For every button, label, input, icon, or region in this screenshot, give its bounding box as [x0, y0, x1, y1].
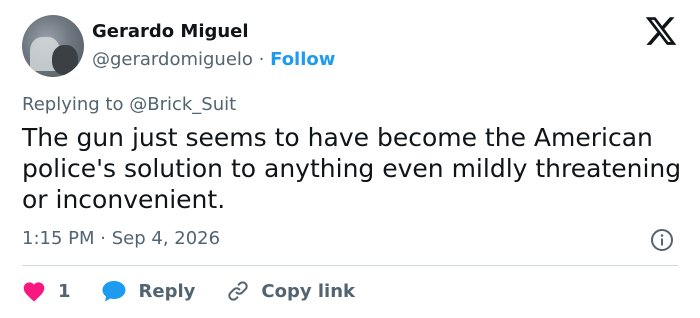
heart-icon [23, 282, 45, 302]
tweet-card: Gerardo Miguel @gerardomiguelo · Follow … [0, 0, 700, 318]
like-count: 1 [58, 280, 71, 302]
author-handle-row: @gerardomiguelo · Follow [92, 49, 335, 70]
author-name[interactable]: Gerardo Miguel [92, 21, 249, 42]
reply-button[interactable]: Reply [101, 279, 196, 303]
tweet-text: The gun just seems to have become the Am… [22, 123, 682, 214]
action-bar: 1 Reply Copy link [22, 278, 355, 304]
tweet-date: Sep 4, 2026 [111, 228, 221, 249]
copy-link-button[interactable]: Copy link [225, 279, 355, 303]
reply-label: Reply [138, 280, 196, 302]
info-icon[interactable] [650, 228, 674, 252]
tweet-time: 1:15 PM [22, 228, 95, 249]
handle-separator: · [258, 49, 265, 70]
follow-button[interactable]: Follow [270, 49, 335, 70]
tweet-timestamp[interactable]: 1:15 PM · Sep 4, 2026 [22, 228, 220, 249]
speech-bubble-icon [102, 281, 126, 302]
like-button[interactable]: 1 [22, 280, 71, 302]
copy-link-label: Copy link [261, 280, 355, 302]
replying-to-mention[interactable]: @Brick_Suit [129, 94, 236, 115]
x-logo-icon[interactable] [644, 14, 678, 48]
divider [22, 265, 678, 266]
timestamp-separator: · [100, 228, 106, 249]
replying-to-prefix: Replying to [22, 94, 124, 115]
replying-to: Replying to @Brick_Suit [22, 94, 236, 115]
avatar-photo-detail-dark [52, 45, 78, 75]
avatar[interactable] [22, 15, 84, 77]
link-icon [228, 281, 249, 301]
author-handle[interactable]: @gerardomiguelo [92, 49, 253, 70]
